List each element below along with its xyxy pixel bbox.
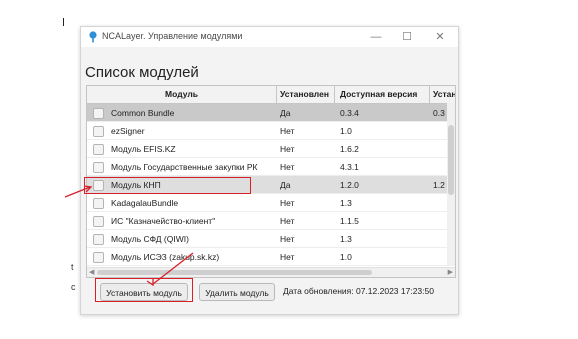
arrow-to-install-button bbox=[152, 252, 194, 285]
annotation-arrows bbox=[64, 185, 194, 287]
arrowhead-install-button bbox=[146, 278, 154, 287]
